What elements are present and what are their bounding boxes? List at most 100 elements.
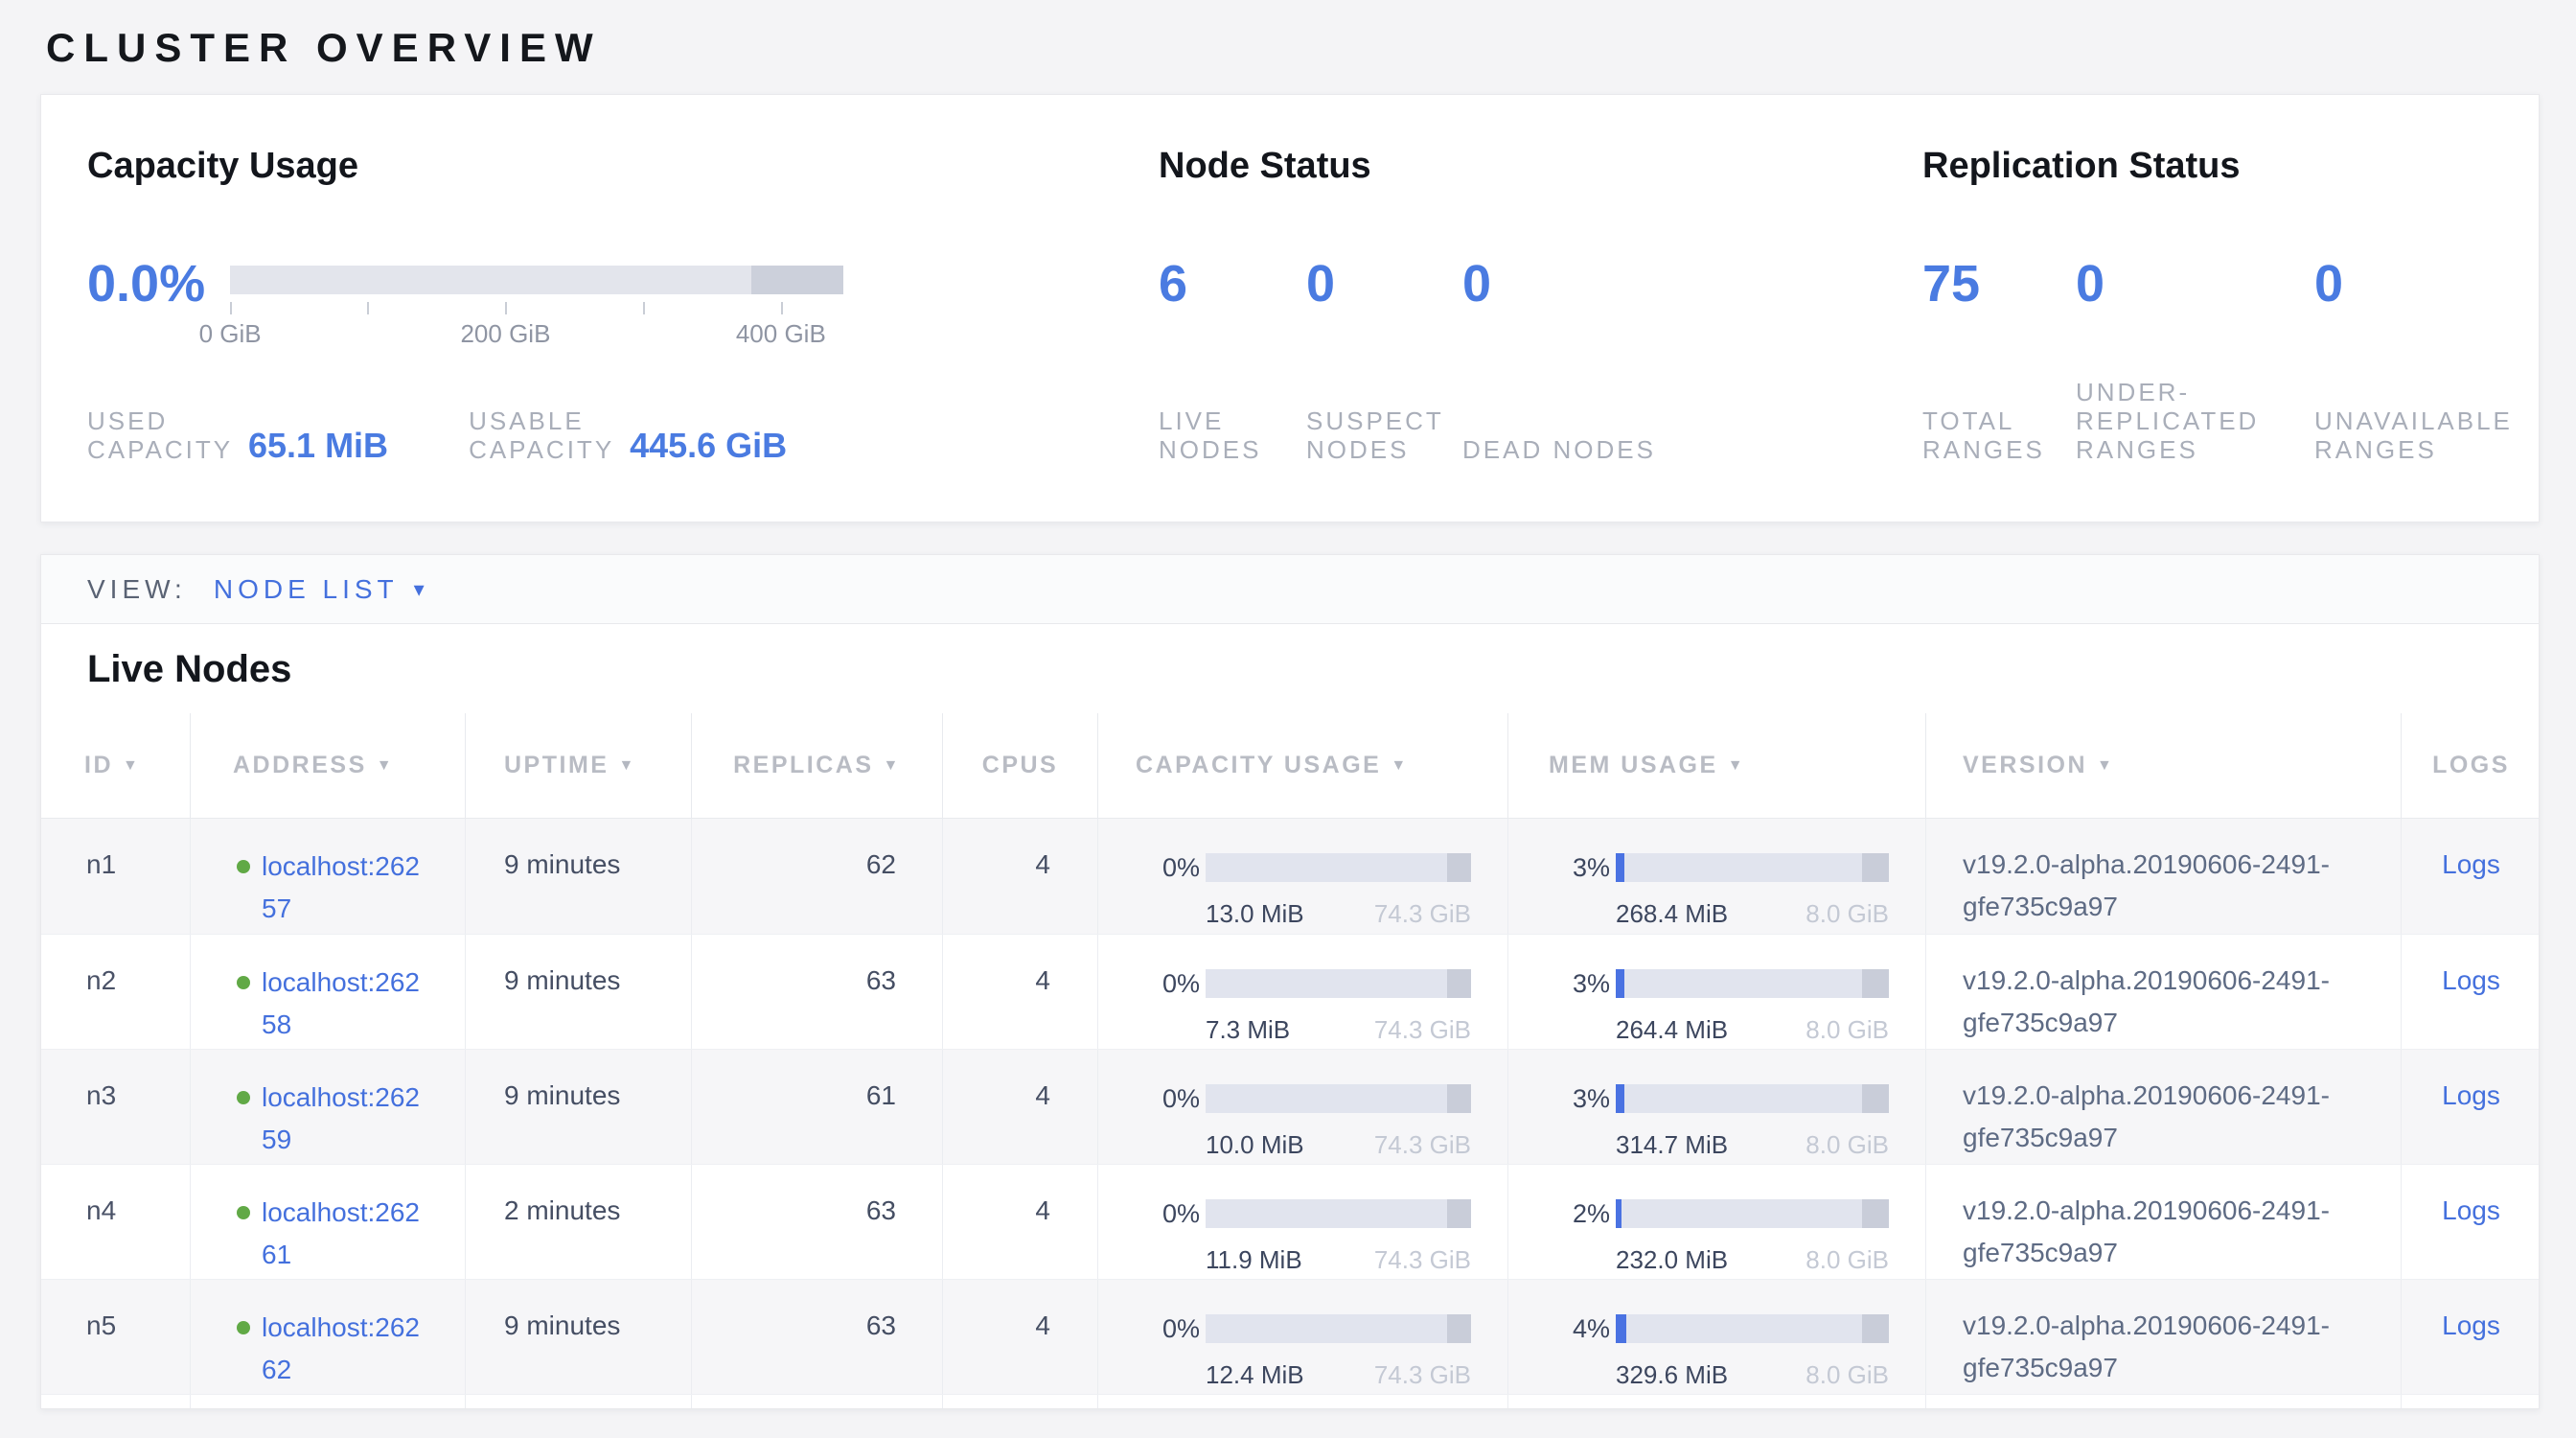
capacity-percent-label: 0%: [1117, 969, 1200, 1045]
column-header: LOGS: [2401, 713, 2540, 818]
node-status-stat: 0 DEAD NODES: [1462, 258, 1664, 464]
cpus-cell: 4: [942, 819, 1097, 934]
mem-percent-label: 3%: [1528, 853, 1610, 929]
version-cell: v19.2.0-alpha.20190606-2491-gfe735c9a97: [1925, 935, 2401, 1049]
logs-cell: Logs: [2401, 819, 2540, 934]
table-row: n4 localhost:26261 2 minutes 63 4 0%: [41, 1164, 2539, 1279]
mem-meter: [1616, 853, 1889, 882]
sort-arrow-icon: ▼: [2097, 757, 2114, 775]
mem-meter-reserved: [1862, 969, 1890, 998]
capacity-bar: [230, 266, 843, 294]
logs-link[interactable]: Logs: [2442, 1080, 2500, 1110]
mem-total-value: 8.0 GiB: [1806, 899, 1889, 929]
stat-value: 0: [1306, 258, 1462, 310]
node-address-link[interactable]: localhost:26257: [262, 846, 426, 934]
chevron-down-icon[interactable]: ▾: [414, 577, 425, 602]
view-bar: VIEW: NODE LIST ▾: [41, 555, 2539, 624]
live-nodes-title: Live Nodes: [87, 647, 2539, 691]
mem-meter-reserved: [1862, 1314, 1890, 1343]
column-header[interactable]: ID ▼: [41, 713, 190, 818]
sort-arrow-icon: ▼: [618, 757, 635, 775]
logs-link[interactable]: Logs: [2442, 1310, 2500, 1340]
column-header-label: LOGS: [2432, 752, 2510, 779]
column-header[interactable]: VERSION ▼: [1925, 713, 2401, 818]
capacity-percent-label: 0%: [1117, 1314, 1200, 1390]
table-row-partial: [41, 1394, 2539, 1408]
node-id-cell: n4: [41, 1165, 190, 1279]
view-selector[interactable]: NODE LIST: [214, 574, 399, 605]
uptime-cell: 9 minutes: [465, 819, 691, 934]
replication-status-title: Replication Status: [1922, 145, 2564, 187]
mem-usage-cell: 3% 264.4 MiB 8.0 GiB: [1507, 935, 1925, 1049]
capacity-gauge: 0.0% 0 GiB 200 GiB: [87, 258, 1159, 310]
node-live-dot-icon: [237, 1091, 250, 1104]
version-cell: v19.2.0-alpha.20190606-2491-gfe735c9a97: [1925, 819, 2401, 934]
mem-used-value: 268.4 MiB: [1616, 899, 1728, 929]
live-nodes-card: VIEW: NODE LIST ▾ Live Nodes ID ▼ ADDRES…: [40, 554, 2540, 1409]
capacity-gauge-bar: 0 GiB 200 GiB 400 GiB: [230, 258, 843, 310]
node-address-link[interactable]: localhost:26261: [262, 1192, 426, 1279]
capacity-stat: USABLE CAPACITY 445.6 GiB: [469, 406, 787, 464]
stat-label: UNDER-REPLICATED RANGES: [2076, 310, 2314, 464]
mem-meter: [1616, 969, 1889, 998]
capacity-bar-reserved: [751, 266, 843, 294]
logs-link[interactable]: Logs: [2442, 1195, 2500, 1225]
column-header-label: UPTIME: [504, 752, 609, 779]
node-address-link[interactable]: localhost:26259: [262, 1077, 426, 1164]
capacity-percent-label: 0%: [1117, 1084, 1200, 1160]
replication-status-stats: 75 TOTAL RANGES 0 UNDER-REPLICATED RANGE…: [1922, 258, 2564, 464]
sort-arrow-icon: ▼: [123, 757, 140, 775]
column-header-label: VERSION: [1963, 752, 2087, 779]
axis-tick-label: 400 GiB: [736, 319, 826, 349]
mem-meter-used: [1616, 969, 1624, 998]
capacity-meter-reserved: [1447, 969, 1471, 998]
logs-cell: Logs: [2401, 1280, 2540, 1394]
version-cell: v19.2.0-alpha.20190606-2491-gfe735c9a97: [1925, 1280, 2401, 1394]
stat-value: 6: [1159, 258, 1306, 310]
table-header-row: ID ▼ ADDRESS ▼ UPTIME ▼ REPLICAS ▼ CPUS: [41, 713, 2539, 819]
column-header[interactable]: MEM USAGE ▼: [1507, 713, 1925, 818]
capacity-usage-cell: 0% 11.9 MiB 74.3 GiB: [1097, 1165, 1507, 1279]
logs-link[interactable]: Logs: [2442, 965, 2500, 995]
capacity-percent-label: 0%: [1117, 853, 1200, 929]
replicas-cell: 62: [691, 819, 942, 934]
node-address-link[interactable]: localhost:26258: [262, 962, 426, 1049]
mem-meter-used: [1616, 853, 1624, 882]
column-header[interactable]: CAPACITY USAGE ▼: [1097, 713, 1507, 818]
node-live-dot-icon: [237, 860, 250, 873]
version-cell: v19.2.0-alpha.20190606-2491-gfe735c9a97: [1925, 1050, 2401, 1164]
mem-total-value: 8.0 GiB: [1806, 1245, 1889, 1275]
mem-used-value: 314.7 MiB: [1616, 1130, 1728, 1160]
logs-link[interactable]: Logs: [2442, 849, 2500, 879]
mem-usage-cell: 3% 314.7 MiB 8.0 GiB: [1507, 1050, 1925, 1164]
node-live-dot-icon: [237, 976, 250, 989]
mem-meter-reserved: [1862, 1199, 1890, 1228]
node-live-dot-icon: [237, 1206, 250, 1219]
node-address-cell: localhost:26259: [190, 1050, 465, 1164]
axis-tick: [643, 302, 645, 314]
mem-meter-used: [1616, 1314, 1626, 1343]
capacity-usage-section: Capacity Usage 0.0% 0 GiB: [87, 145, 1159, 522]
capacity-stat-value: 445.6 GiB: [630, 428, 787, 464]
capacity-axis: 0 GiB 200 GiB 400 GiB: [230, 302, 843, 360]
mem-usage-cell: 4% 329.6 MiB 8.0 GiB: [1507, 1280, 1925, 1394]
capacity-meter: [1206, 1084, 1471, 1113]
capacity-stats: USED CAPACITY 65.1 MiB USABLE CAPACITY 4…: [87, 406, 1159, 464]
capacity-stat: USED CAPACITY 65.1 MiB: [87, 406, 388, 464]
node-address-link[interactable]: localhost:26262: [262, 1307, 426, 1394]
column-header[interactable]: UPTIME ▼: [465, 713, 691, 818]
capacity-stat-label: USED CAPACITY: [87, 406, 233, 464]
axis-tick: [367, 302, 369, 314]
axis-tick-label: 200 GiB: [460, 319, 550, 349]
node-id-cell: n3: [41, 1050, 190, 1164]
mem-meter: [1616, 1314, 1889, 1343]
capacity-meter: [1206, 1199, 1471, 1228]
column-header[interactable]: ADDRESS ▼: [190, 713, 465, 818]
stat-label: TOTAL RANGES: [1922, 310, 2076, 464]
mem-meter: [1616, 1199, 1889, 1228]
column-header[interactable]: REPLICAS ▼: [691, 713, 942, 818]
column-header-label: ID: [84, 752, 113, 779]
axis-tick: [505, 302, 507, 314]
stat-label: UNAVAILABLE RANGES: [2314, 310, 2564, 464]
capacity-meter-reserved: [1447, 1199, 1471, 1228]
